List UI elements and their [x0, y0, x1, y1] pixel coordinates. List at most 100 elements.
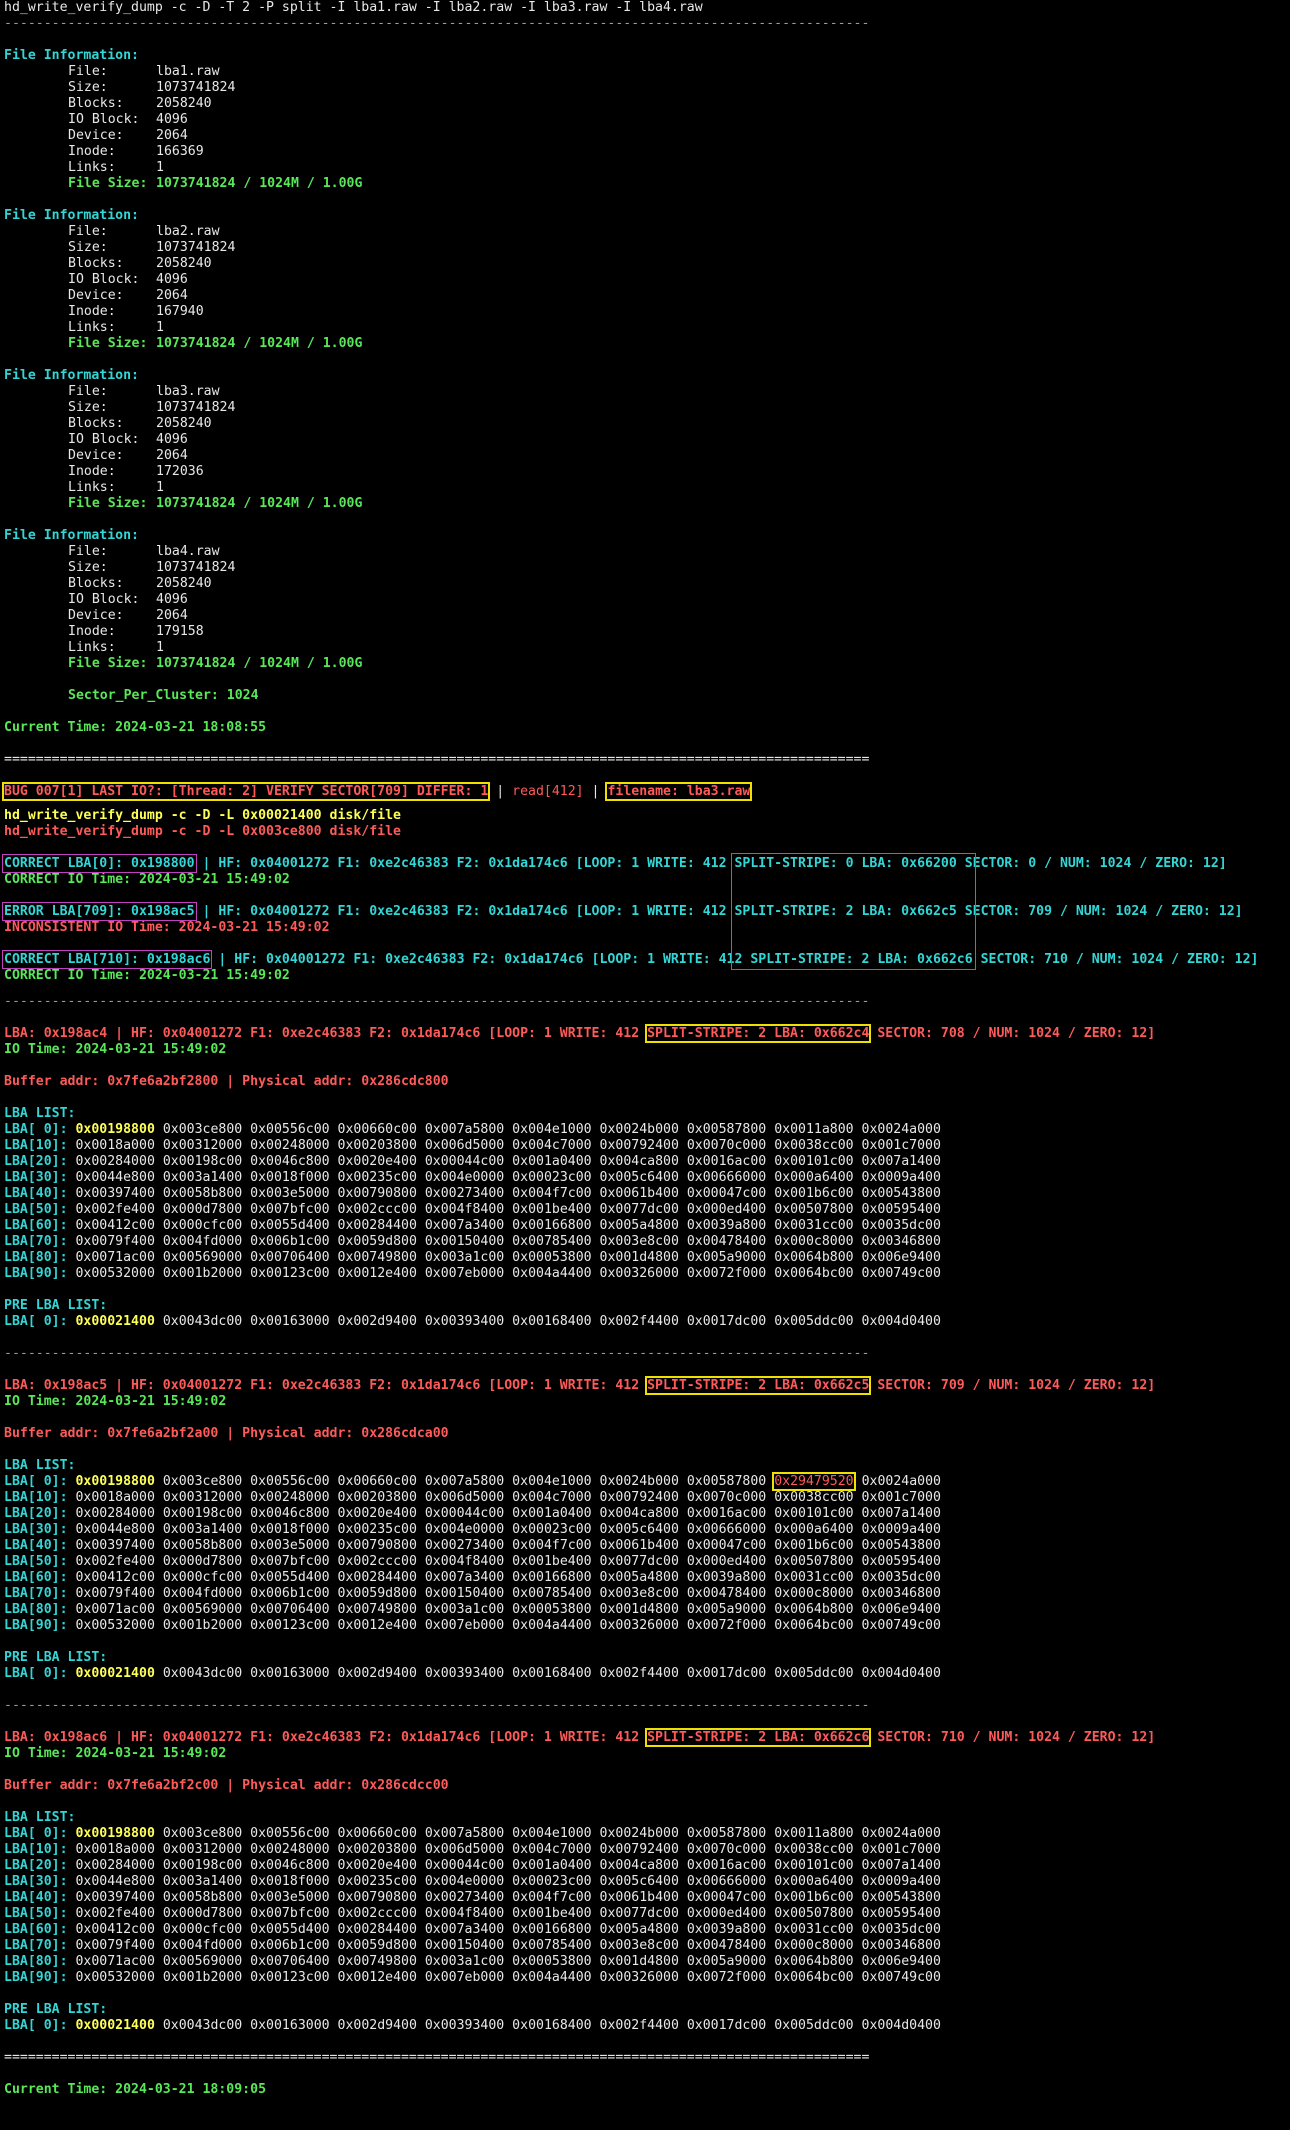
lba-values: 0x003a1400 0x0018f000 0x00235c00 0x004e0…	[162, 1874, 941, 1889]
row-label: LBA[60]:	[4, 1570, 68, 1585]
bug-message: BUG 007[1] LAST IO?: [Thread: 2] VERIFY …	[4, 784, 489, 799]
first-lba: 0x0044e800	[75, 1874, 155, 1889]
file-info-header: File Information:	[4, 528, 139, 544]
file-info-row: Inode: 167940	[68, 304, 204, 320]
lba-values: 0x00198c00 0x0046c800 0x0020e400 0x00044…	[162, 1858, 941, 1873]
lba-values: 0x0058b800 0x003e5000 0x00790800 0x00273…	[162, 1890, 941, 1905]
file-info-header: File Information:	[4, 368, 139, 384]
lba-fields: | HF: 0x04001272 F1: 0xe2c46383 F2: 0x1d…	[194, 856, 735, 871]
field-label: File Size:	[68, 496, 148, 511]
first-lba: 0x00532000	[75, 1266, 155, 1281]
lba-list-title: LBA LIST:	[4, 1458, 75, 1474]
file-size-row: File Size: 1073741824 / 1024M / 1.00G	[68, 496, 362, 512]
lba-tag: CORRECT LBA[0]: 0x198800	[4, 856, 195, 871]
lba-values: 0x003a1400 0x0018f000 0x00235c00 0x004e0…	[162, 1170, 941, 1185]
lba-detail-line: LBA: 0x198ac6 | HF: 0x04001272 F1: 0xe2c…	[4, 1730, 1155, 1746]
field-value: 172036	[156, 464, 204, 479]
io-time-line: IO Time: 2024-03-21 15:49:02	[4, 1042, 226, 1058]
field-value: 2064	[156, 128, 188, 143]
field-label: File Size:	[68, 336, 148, 351]
row-label: LBA[30]:	[4, 1170, 68, 1185]
error-lba-line: ERROR LBA[709]: 0x198ac5 | HF: 0x0400127…	[4, 904, 1243, 920]
file-info-row: Size: 1073741824	[68, 240, 235, 256]
file-info-header: File Information:	[4, 48, 139, 64]
lba-list-row: LBA[70]: 0x0079f400 0x004fd000 0x006b1c0…	[4, 1938, 941, 1954]
field-value: 1073741824	[156, 400, 236, 415]
field-value: 1	[156, 640, 164, 655]
file-info-row: Links: 1	[68, 480, 164, 496]
field-value: 2064	[156, 448, 188, 463]
field-label: Inode:	[68, 144, 116, 159]
field-label: Device:	[68, 448, 124, 463]
lba-list-row: LBA[90]: 0x00532000 0x001b2000 0x00123c0…	[4, 1266, 941, 1282]
row-label: LBA[ 0]:	[4, 1122, 68, 1137]
lba-list-row: LBA[20]: 0x00284000 0x00198c00 0x0046c80…	[4, 1506, 941, 1522]
row-label: LBA[60]:	[4, 1922, 68, 1937]
lba-values: 0x000d7800 0x007bfc00 0x002ccc00 0x004f8…	[162, 1554, 941, 1569]
split-stripe-info: SPLIT-STRIPE: 2 LBA: 0x662c5	[734, 904, 957, 919]
row-label: LBA[20]:	[4, 1858, 68, 1873]
correct-lba-line: CORRECT LBA[0]: 0x198800 | HF: 0x0400127…	[4, 856, 1227, 872]
file-info-row: Links: 1	[68, 640, 164, 656]
row-label: LBA[20]:	[4, 1506, 68, 1521]
field-value: 2058240	[156, 416, 212, 431]
lba-list-row: LBA[10]: 0x0018a000 0x00312000 0x0024800…	[4, 1842, 941, 1858]
io-time-text: IO Time: 2024-03-21 15:49:02	[4, 1042, 227, 1057]
row-label: LBA[10]:	[4, 1490, 68, 1505]
field-value: 2064	[156, 608, 188, 623]
buffer-addr-line: Buffer addr: 0x7fe6a2bf2800 | Physical a…	[4, 1074, 449, 1090]
lba-values: 0x00312000 0x00248000 0x00203800 0x006d5…	[162, 1138, 941, 1153]
bug-line: BUG 007[1] LAST IO?: [Thread: 2] VERIFY …	[4, 784, 750, 800]
lba-detail-text: LBA: 0x198ac6 | HF: 0x04001272 F1: 0xe2c…	[4, 1730, 648, 1745]
field-label: File:	[68, 64, 108, 79]
first-lba: 0x00021400	[75, 1666, 155, 1681]
field-value: 2058240	[156, 576, 212, 591]
lba-list-row: LBA[ 0]: 0x00198800 0x003ce800 0x00556c0…	[4, 1122, 941, 1138]
current-time-text: Current Time: 2024-03-21 18:08:55	[4, 720, 267, 735]
lba-list-row: LBA[40]: 0x00397400 0x0058b800 0x003e500…	[4, 1538, 941, 1554]
lba-list-row: LBA[ 0]: 0x00198800 0x003ce800 0x00556c0…	[4, 1474, 941, 1490]
sector-detail: SECTOR: 708 / NUM: 1024 / ZERO: 12]	[869, 1026, 1156, 1041]
command-line: hd_write_verify_dump -c -D -T 2 -P split…	[4, 0, 703, 16]
eq-separator: ========================================…	[4, 752, 870, 767]
lba-values: 0x00569000 0x00706400 0x00749800 0x003a1…	[162, 1954, 941, 1969]
lba-values: 0x001b2000 0x00123c00 0x0012e400 0x007eb…	[162, 1266, 941, 1281]
field-value: 1073741824	[156, 560, 236, 575]
file-size-row: File Size: 1073741824 / 1024M / 1.00G	[68, 176, 362, 192]
lba-list-row: LBA[80]: 0x0071ac00 0x00569000 0x0070640…	[4, 1954, 941, 1970]
row-label: LBA[20]:	[4, 1154, 68, 1169]
file-info-row: File: lba1.raw	[68, 64, 220, 80]
first-lba: 0x00198800	[75, 1474, 155, 1489]
first-lba: 0x00412c00	[75, 1922, 155, 1937]
lba-values: 0x003ce800 0x00556c00 0x00660c00 0x007a5…	[162, 1826, 941, 1841]
dump-command-text: hd_write_verify_dump -c -D -L 0x00021400…	[4, 808, 401, 823]
field-label: Size:	[68, 240, 108, 255]
split-stripe-info: SPLIT-STRIPE: 0 LBA: 0x66200	[734, 856, 957, 871]
row-label: LBA[70]:	[4, 1234, 68, 1249]
field-label: Links:	[68, 480, 116, 495]
field-value: lba3.raw	[156, 384, 220, 399]
field-label: IO Block:	[68, 272, 140, 287]
file-info-row: File: lba4.raw	[68, 544, 220, 560]
field-label: IO Block:	[68, 112, 140, 127]
first-lba: 0x0071ac00	[75, 1954, 155, 1969]
lba-list-row: LBA[60]: 0x00412c00 0x000cfc00 0x0055d40…	[4, 1570, 941, 1586]
field-value: 2058240	[156, 256, 212, 271]
terminal-window[interactable]: hd_write_verify_dump -c -D -T 2 -P split…	[0, 0, 1290, 2130]
lba-list-row: LBA[60]: 0x00412c00 0x000cfc00 0x0055d40…	[4, 1922, 941, 1938]
read-count: read[412]	[512, 784, 584, 799]
current-time: Current Time: 2024-03-21 18:08:55	[4, 720, 266, 736]
first-lba: 0x00397400	[75, 1890, 155, 1905]
lba-list-row: LBA[80]: 0x0071ac00 0x00569000 0x0070640…	[4, 1602, 941, 1618]
eq-separator: ========================================…	[4, 2050, 870, 2065]
io-time-text: CORRECT IO Time: 2024-03-21 15:49:02	[4, 968, 290, 983]
io-time-line: CORRECT IO Time: 2024-03-21 15:49:02	[4, 968, 290, 984]
file-info-row: Size: 1073741824	[68, 80, 235, 96]
first-lba: 0x00412c00	[75, 1570, 155, 1585]
file-info-row: Device: 2064	[68, 608, 188, 624]
lba-fields: | HF: 0x04001272 F1: 0xe2c46383 F2: 0x1d…	[194, 904, 735, 919]
dump-command-1: hd_write_verify_dump -c -D -L 0x00021400…	[4, 808, 401, 824]
sector-info: SECTOR: 709 / NUM: 1024 / ZERO: 12]	[956, 904, 1243, 919]
file-info-row: IO Block: 4096	[68, 272, 188, 288]
lba-values: 0x004fd000 0x006b1c00 0x0059d800 0x00150…	[162, 1938, 941, 1953]
